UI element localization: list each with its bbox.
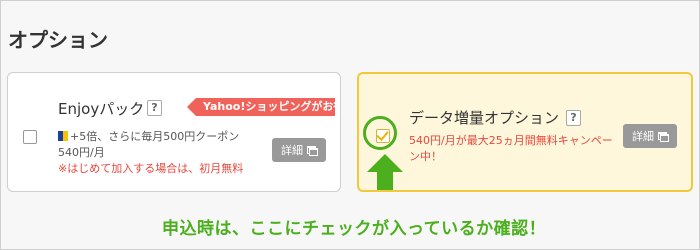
enjoy-detail-button[interactable]: 詳細 [272,138,326,162]
option-card-enjoy[interactable]: Enjoyパック ? Yahoo!ショッピングがお得 +5倍、さらに毎月500円… [7,72,341,192]
enjoy-benefit: +5倍、さらに毎月500円クーポン [70,130,240,143]
arrow-up-icon [367,154,403,190]
t-point-icon [58,131,68,141]
enjoy-title: Enjoyパック [58,100,145,118]
checkmark-icon [376,128,389,141]
option-card-data-increase[interactable]: データ増量オプション ? 540円/月が最大25ヵ月間無料キャンペーン中！ 詳細 [357,72,693,192]
external-window-icon [658,132,669,142]
data-checkbox[interactable] [376,128,390,143]
enjoy-notice: ※はじめて加入する場合は、初月無料 [58,162,244,175]
promo-tag: Yahoo!ショッピングがお得 [187,98,335,116]
enjoy-price: 540円/月 [58,146,105,159]
enjoy-help-icon[interactable]: ? [147,100,162,116]
enjoy-detail-label: 詳細 [281,144,303,157]
enjoy-benefit-line: +5倍、さらに毎月500円クーポン [58,128,239,144]
data-campaign: 540円/月が最大25ヵ月間無料キャンペーン中！ [409,134,613,163]
external-window-icon [307,146,318,156]
data-detail-label: 詳細 [632,130,654,143]
data-help-icon[interactable]: ? [566,110,581,126]
annotation-text: 申込時は、ここにチェックが入っているか確認！ [162,219,547,239]
data-title: データ増量オプション [409,109,560,127]
enjoy-checkbox[interactable] [23,130,37,144]
data-detail-button[interactable]: 詳細 [623,124,677,148]
section-title: オプション [8,28,108,52]
